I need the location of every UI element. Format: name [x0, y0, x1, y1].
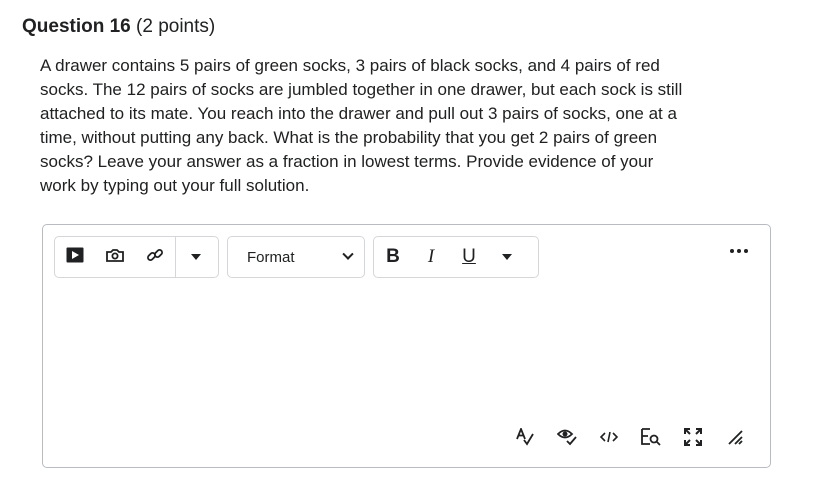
underline-button[interactable]: U: [450, 237, 488, 277]
question-line: A drawer contains 5 pairs of green socks…: [40, 56, 660, 75]
question-text: A drawer contains 5 pairs of green socks…: [40, 54, 785, 198]
fullscreen-icon: [684, 427, 702, 451]
resize-handle-icon: [727, 429, 743, 450]
more-actions-button[interactable]: [730, 249, 748, 253]
question-line: work by typing out your full solution.: [40, 176, 310, 195]
source-code-button[interactable]: [588, 427, 630, 451]
preview-icon: [641, 427, 661, 451]
question-line: socks? Leave your answer as a fraction i…: [40, 152, 654, 171]
insert-stuff-icon: [66, 247, 84, 268]
question-line: time, without putting any back. What is …: [40, 128, 658, 147]
italic-button[interactable]: I: [412, 237, 450, 277]
answer-editor: Format B I U: [42, 224, 771, 468]
source-code-icon: [599, 430, 619, 448]
answer-text-area[interactable]: [53, 289, 760, 417]
editor-status-bar: [504, 426, 756, 451]
insert-image-button[interactable]: [95, 237, 135, 277]
question-line: socks. The 12 pairs of socks are jumbled…: [40, 80, 683, 99]
question-header: Question 16 (2 points): [22, 16, 215, 38]
spellcheck-icon: [515, 426, 535, 451]
accessibility-checker-icon: [556, 428, 577, 451]
insert-link-icon: [146, 246, 164, 269]
insert-stuff-button[interactable]: [55, 237, 95, 277]
chevron-down-icon: [342, 248, 354, 260]
caret-down-icon: [502, 254, 512, 260]
question-title: Question 16: [22, 16, 131, 37]
text-style-more-dropdown[interactable]: [488, 237, 526, 277]
format-select[interactable]: Format: [228, 237, 364, 277]
insert-link-button[interactable]: [135, 237, 175, 277]
ellipsis-icon: [744, 249, 748, 253]
resize-handle[interactable]: [714, 427, 756, 451]
text-style-toolbar-group: B I U: [373, 236, 539, 278]
question-points: (2 points): [136, 16, 216, 37]
question-line: attached to its mate. You reach into the…: [40, 104, 677, 123]
insert-more-dropdown[interactable]: [176, 237, 216, 277]
spellcheck-button[interactable]: [504, 426, 546, 451]
format-select-value: Format: [247, 248, 295, 266]
preview-button[interactable]: [630, 427, 672, 451]
ellipsis-icon: [737, 249, 741, 253]
fullscreen-button[interactable]: [672, 427, 714, 451]
format-toolbar-group: Format: [227, 236, 365, 278]
insert-toolbar-group: [54, 236, 219, 278]
insert-image-icon: [106, 248, 124, 267]
bold-button[interactable]: B: [374, 237, 412, 277]
accessibility-checker-button[interactable]: [546, 427, 588, 451]
ellipsis-icon: [730, 249, 734, 253]
caret-down-icon: [191, 254, 201, 260]
